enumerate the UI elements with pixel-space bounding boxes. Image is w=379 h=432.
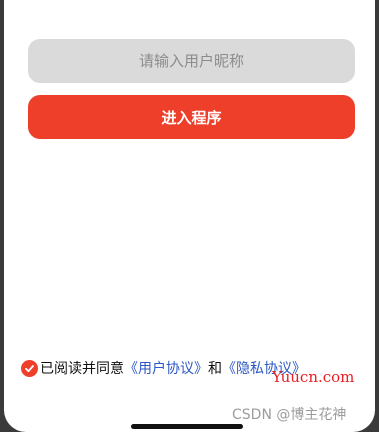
- agreement-conjunction: 和: [208, 361, 222, 377]
- checkbox-checked-icon[interactable]: [21, 359, 38, 377]
- app-screen: 进入程序 已阅读并同意 《用户协议》 和 《隐私协议》 Yuucn.com CS…: [4, 0, 375, 432]
- agreement-prefix: 已阅读并同意: [40, 361, 124, 377]
- enter-program-button[interactable]: 进入程序: [28, 95, 355, 139]
- agreement-row: 已阅读并同意 《用户协议》 和 《隐私协议》: [21, 358, 306, 378]
- site-watermark: Yuucn.com: [272, 368, 355, 386]
- home-indicator[interactable]: [131, 424, 243, 429]
- nickname-input[interactable]: [28, 39, 355, 83]
- author-watermark: CSDN @博主花神: [232, 407, 347, 423]
- user-agreement-link[interactable]: 《用户协议》: [124, 358, 208, 378]
